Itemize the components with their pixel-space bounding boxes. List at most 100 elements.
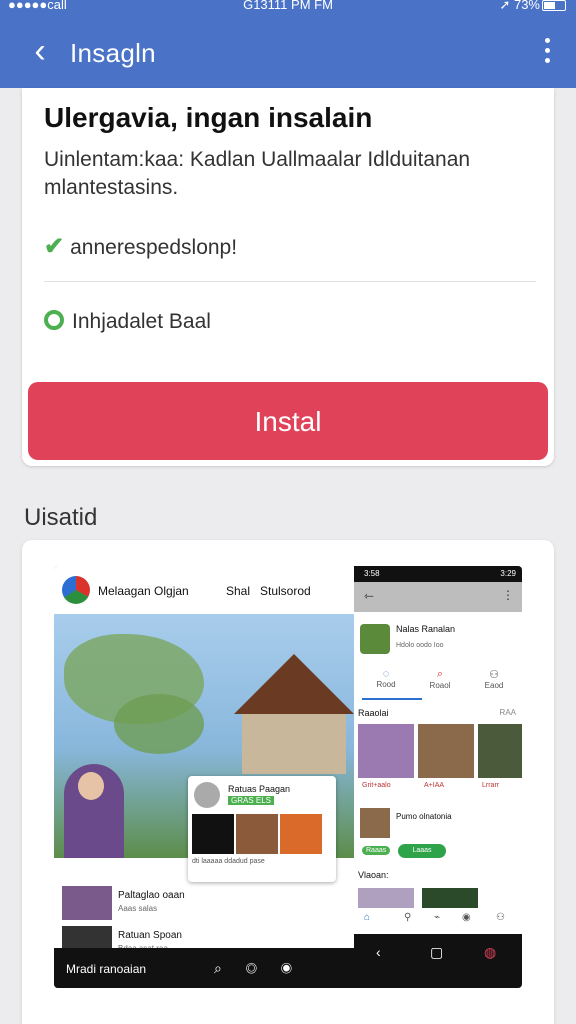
media-thumbnail <box>422 888 478 908</box>
home-icon: ⌂ <box>364 912 371 923</box>
thumbnail <box>192 814 234 854</box>
house-roof <box>234 654 354 714</box>
media-caption: Lrrarr <box>482 782 500 789</box>
media-caption: Grit+aalo <box>362 782 391 789</box>
web-nav-item: Stulsorod <box>260 584 311 598</box>
tab-indicator <box>362 698 422 700</box>
phone-section-title: Vlaoan: <box>358 870 389 880</box>
preview-screenshot[interactable]: Melaagan Olgjan Shal Stulsorod Ratuas Pa… <box>54 566 522 988</box>
phone-tab: ◌ Rood <box>366 668 406 689</box>
phone-bottom-nav: ⌂ ⚲ ⌁ ◉ ⚇ <box>354 908 522 934</box>
phone-app-name: Nalas Ranalan <box>396 624 456 634</box>
web-footer: Mradi ranoaian ⌕◎◉ <box>54 948 354 988</box>
web-logo-icon <box>62 576 90 604</box>
list-item-title: Paltaglao oaan <box>118 890 185 901</box>
list-item-title: Pumo olnatonia <box>396 812 452 821</box>
web-footer-icons: ⌕◎◉ <box>214 960 316 976</box>
phone-tab: ⌕ Roaol <box>420 668 460 690</box>
app-bar-title: Insagln <box>70 38 156 68</box>
phone-list-item: Pumo olnatonia Raaas Laaas <box>358 808 518 862</box>
phone-battery: 3:29 <box>500 569 516 578</box>
nav-icon: ◉ <box>462 912 471 923</box>
status-badge: Raaas <box>362 846 391 855</box>
radio-icon <box>44 310 64 330</box>
phone-media-row <box>358 888 522 908</box>
install-card-description: Uinlentam:kaa: Kadlan Uallmaalar Idlduit… <box>44 148 471 199</box>
recent-apps-icon: ◍ <box>484 944 497 960</box>
check-option-label: annerespedslonp! <box>70 236 238 259</box>
checkmark-icon: ✔ <box>44 233 65 260</box>
web-brand: Melaagan Olgjan <box>98 584 189 598</box>
section-label: Uisatid <box>24 504 98 531</box>
nav-icon: ⚲ <box>404 912 412 923</box>
radio-option-label: Inhjadalet Baal <box>72 310 211 333</box>
list-item-title: Ratuan Spoan <box>118 930 182 941</box>
phone-media-row: Grit+aalo A+IAA Lrrarr <box>358 724 522 794</box>
phone-status-bar: 3:58 3:29 <box>354 566 522 582</box>
avatar <box>194 782 220 808</box>
thumbnail <box>280 814 322 854</box>
overlay-captions: dti laaaaa ddadud pase <box>192 858 265 865</box>
tab-label: Eaod <box>484 681 504 690</box>
web-nav-item: Shal <box>226 584 251 598</box>
battery-icon <box>542 0 566 12</box>
phone-more-icon: ⋮ <box>502 588 514 602</box>
list-thumbnail <box>62 886 112 920</box>
install-button[interactable]: Instal <box>28 382 548 460</box>
media-thumbnail <box>478 724 522 778</box>
nav-icon: ⌁ <box>434 912 441 923</box>
web-footer-label: Mradi ranoaian <box>66 962 147 976</box>
map-landmass <box>114 694 204 754</box>
home-button-icon: ▢ <box>430 944 444 960</box>
status-bar: ●●●●●call G13111 PM FM ➚ 73% <box>0 0 576 14</box>
person-face <box>78 772 104 800</box>
phone-section-more: RAA <box>499 708 516 717</box>
phone-action-button: Laaas <box>398 844 446 858</box>
phone-app-icon <box>360 624 390 654</box>
house-body <box>242 714 346 774</box>
web-overlay-card: Ratuas Paagan GRAS ELS dti laaaaa ddadud… <box>188 776 336 882</box>
preview-card: Melaagan Olgjan Shal Stulsorod Ratuas Pa… <box>22 540 554 1024</box>
phone-back-icon: ⇽ <box>364 589 375 603</box>
tab-label: Rood <box>376 680 396 689</box>
status-time: G13111 PM FM <box>243 0 333 12</box>
phone-preview: 3:58 3:29 ⇽ ⋮ Nalas Ranalan Hdolo oodo I… <box>354 566 522 988</box>
overlay-title: Ratuas Paagan <box>228 784 291 794</box>
app-bar: ‹ Insagln <box>0 14 576 88</box>
thumbnail <box>236 814 278 854</box>
phone-tab: ⚇ Eaod <box>474 668 514 690</box>
back-icon: ‹ <box>376 944 381 960</box>
phone-section-title: Raaolai <box>358 708 389 718</box>
list-item: Paltaglao oaan Aaas salas <box>54 882 354 922</box>
list-item-sub: Aaas salas <box>118 904 158 913</box>
phone-time: 3:58 <box>364 569 380 578</box>
divider <box>44 281 536 282</box>
install-card-title: Ulergavia, ingan insalain <box>44 102 373 133</box>
tab-label: Roaol <box>429 681 451 690</box>
overlay-tag: GRAS ELS <box>228 796 275 805</box>
battery-status: ➚ 73% <box>499 0 566 12</box>
profile-icon: ⚇ <box>489 669 499 681</box>
media-thumbnail <box>358 724 414 778</box>
media-thumbnail <box>358 888 414 908</box>
phone-app-meta: Hdolo oodo Ioo <box>396 642 444 649</box>
phone-app-bar: ⇽ ⋮ <box>354 582 522 612</box>
list-thumbnail <box>360 808 390 838</box>
check-option[interactable]: ✔ annerespedslonp! <box>44 232 237 261</box>
tab-icon: ◌ <box>382 668 390 680</box>
media-thumbnail <box>418 724 474 778</box>
web-header: Melaagan Olgjan Shal Stulsorod <box>54 566 354 616</box>
install-card: Ulergavia, ingan insalain Uinlentam:kaa:… <box>22 88 554 466</box>
search-icon: ⌕ <box>436 668 444 680</box>
media-caption: A+IAA <box>424 782 445 789</box>
radio-option[interactable]: Inhjadalet Baal <box>44 310 211 334</box>
overlay-thumbnails <box>192 814 324 856</box>
phone-app-header: Nalas Ranalan Hdolo oodo Ioo <box>354 614 522 664</box>
back-arrow-icon[interactable]: ‹ <box>22 34 58 70</box>
battery-percent: 73% <box>513 0 540 12</box>
nav-icon: ⚇ <box>496 912 505 923</box>
web-preview: Melaagan Olgjan Shal Stulsorod Ratuas Pa… <box>54 566 354 960</box>
phone-system-nav: ‹ ▢ ◍ <box>354 934 522 988</box>
more-vert-icon[interactable] <box>542 38 552 68</box>
phone-tabs: ◌ Rood ⌕ Roaol ⚇ Eaod <box>354 666 522 700</box>
